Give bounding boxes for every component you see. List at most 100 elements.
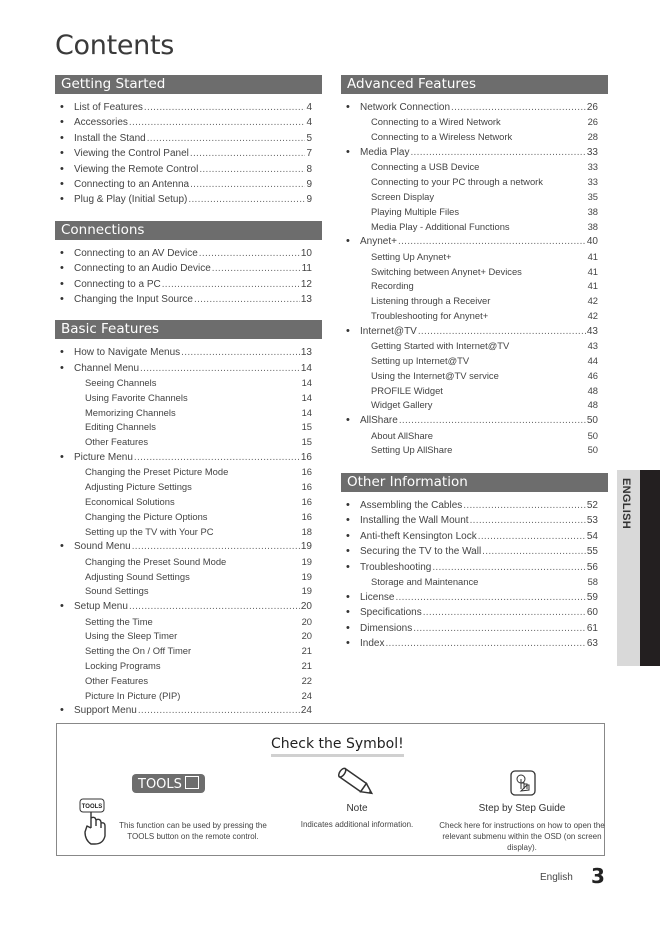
- entry-label: Other Features: [85, 674, 149, 686]
- toc-entry[interactable]: License 59: [341, 590, 608, 606]
- toc-subentry[interactable]: Setting the Time 20: [55, 615, 322, 630]
- toc-subentry[interactable]: PROFILE Widget 48: [341, 384, 608, 399]
- toc-subentry[interactable]: Editing Channels 15: [55, 420, 322, 435]
- toc-entry[interactable]: Viewing the Remote Control 8: [55, 162, 322, 178]
- toc-entry[interactable]: Connecting to an AV Device 10: [55, 246, 322, 262]
- toc-entry[interactable]: Installing the Wall Mount 53: [341, 513, 608, 529]
- toc-subentry[interactable]: Setting Up AllShare 50: [341, 443, 608, 458]
- toc-entry[interactable]: Plug & Play (Initial Setup) 9: [55, 192, 322, 208]
- toc-subentry[interactable]: Setting the On / Off Timer 21: [55, 644, 322, 659]
- toc-entry[interactable]: Network Connection 26: [341, 100, 608, 116]
- toc-subentry[interactable]: Setting up the TV with Your PC 18: [55, 525, 322, 540]
- toc-subentry[interactable]: Connecting to your PC through a network 3…: [341, 175, 608, 190]
- entry-label: Connecting to an Antenna: [74, 178, 190, 190]
- toc-subentry[interactable]: Adjusting Sound Settings 19: [55, 570, 322, 585]
- toc-entry[interactable]: Dimensions 61: [341, 621, 608, 637]
- dot-leader: [482, 544, 586, 559]
- dot-leader: [129, 115, 306, 130]
- toc-subentry[interactable]: Connecting a USB Device 33: [341, 160, 608, 175]
- entry-label: Picture In Picture (PIP): [85, 689, 181, 701]
- entry-page-number: 19: [300, 541, 312, 553]
- dot-leader: [418, 324, 586, 339]
- toc-entry[interactable]: Setup Menu 20: [55, 599, 322, 615]
- entry-label: Widget Gallery: [371, 399, 433, 411]
- toc-subentry[interactable]: Recording 41: [341, 279, 608, 294]
- toc-entry[interactable]: Channel Menu 14: [55, 361, 322, 377]
- toc-entry[interactable]: Support Menu 24: [55, 703, 322, 719]
- entry-page-number: 16: [300, 452, 312, 464]
- entry-label: Adjusting Sound Settings: [85, 570, 190, 582]
- toc-subentry[interactable]: Memorizing Channels 14: [55, 406, 322, 421]
- toc-subentry[interactable]: Getting Started with Internet@TV 43: [341, 339, 608, 354]
- entry-label: Troubleshooting for Anynet+: [371, 309, 489, 321]
- toc-subentry[interactable]: Media Play - Additional Functions 38: [341, 220, 608, 235]
- entry-label: License: [360, 591, 395, 603]
- toc-subentry[interactable]: Adjusting Picture Settings 16: [55, 480, 322, 495]
- entry-page-number: 16: [301, 466, 312, 478]
- toc-entry[interactable]: Media Play 33: [341, 145, 608, 161]
- toc-entry[interactable]: Troubleshooting 56: [341, 560, 608, 576]
- entry-page-number: 38: [587, 205, 598, 217]
- toc-subentry[interactable]: Seeing Channels 14: [55, 376, 322, 391]
- entry-label: How to Navigate Menus: [74, 347, 181, 359]
- toc-subentry[interactable]: Locking Programs 21: [55, 659, 322, 674]
- toc-subentry[interactable]: Setting Up Anynet+ 41: [341, 250, 608, 265]
- toc-subentry[interactable]: Setting up Internet@TV 44: [341, 354, 608, 369]
- toc-subentry[interactable]: Using Favorite Channels 14: [55, 391, 322, 406]
- toc-entry[interactable]: Viewing the Control Panel 7: [55, 146, 322, 162]
- toc-subentry[interactable]: Changing the Preset Sound Mode 19: [55, 555, 322, 570]
- toc-subentry[interactable]: Storage and Maintenance 58: [341, 575, 608, 590]
- toc-entry[interactable]: Anti-theft Kensington Lock 54: [341, 529, 608, 545]
- toc-subentry[interactable]: Using the Internet@TV service 46: [341, 369, 608, 384]
- entry-label: Internet@TV: [360, 325, 417, 337]
- toc-subentry[interactable]: Economical Solutions 16: [55, 495, 322, 510]
- entry-page-number: 50: [586, 415, 598, 427]
- toc-entry[interactable]: Changing the Input Source 13: [55, 292, 322, 308]
- toc-entry[interactable]: Connecting to a PC 12: [55, 277, 322, 293]
- toc-subentry[interactable]: Playing Multiple Files 38: [341, 205, 608, 220]
- toc-subentry[interactable]: Switching between Anynet+ Devices 41: [341, 265, 608, 280]
- entry-page-number: 40: [586, 236, 598, 248]
- toc-subentry[interactable]: Picture In Picture (PIP) 24: [55, 689, 322, 704]
- toc-subentry[interactable]: Sound Settings 19: [55, 584, 322, 599]
- toc-subentry[interactable]: Screen Display 35: [341, 190, 608, 205]
- toc-entry[interactable]: Securing the TV to the Wall 55: [341, 544, 608, 560]
- guide-description: Check here for instructions on how to op…: [439, 821, 605, 852]
- toc-entry[interactable]: AllShare 50: [341, 413, 608, 429]
- toc-entry[interactable]: Assembling the Cables 52: [341, 498, 608, 514]
- toc-subentry[interactable]: Changing the Preset Picture Mode 16: [55, 465, 322, 480]
- entry-page-number: 33: [587, 161, 598, 173]
- toc-entry[interactable]: Sound Menu 19: [55, 539, 322, 555]
- toc-subentry[interactable]: Changing the Picture Options 16: [55, 510, 322, 525]
- language-tab[interactable]: ENGLISH: [617, 470, 660, 666]
- toc-subentry[interactable]: Widget Gallery 48: [341, 398, 608, 413]
- toc-subentry[interactable]: Listening through a Receiver 42: [341, 294, 608, 309]
- toc-entry[interactable]: How to Navigate Menus 13: [55, 345, 322, 361]
- toc-subentry[interactable]: Other Features 15: [55, 435, 322, 450]
- toc-entry[interactable]: Internet@TV 43: [341, 324, 608, 340]
- toc-subentry[interactable]: Connecting to a Wired Network 26: [341, 115, 608, 130]
- entry-label: Adjusting Picture Settings: [85, 481, 192, 493]
- toc-entry[interactable]: Accessories 4: [55, 115, 322, 131]
- toc-entry[interactable]: Connecting to an Antenna 9: [55, 177, 322, 193]
- toc-subentry[interactable]: Using the Sleep Timer 20: [55, 629, 322, 644]
- toc-entry[interactable]: List of Features 4: [55, 100, 322, 116]
- entry-label: Viewing the Remote Control: [74, 163, 199, 175]
- language-tab-dark: [640, 470, 660, 666]
- entry-page-number: 4: [306, 102, 312, 113]
- toc-subentry[interactable]: Troubleshooting for Anynet+ 42: [341, 309, 608, 324]
- entry-page-number: 50: [587, 429, 598, 441]
- toc-entry[interactable]: Anynet+ 40: [341, 234, 608, 250]
- entry-page-number: 26: [586, 102, 598, 113]
- toc-entry[interactable]: Connecting to an Audio Device 11: [55, 261, 322, 277]
- toc-entry[interactable]: Specifications 60: [341, 605, 608, 621]
- entry-page-number: 13: [300, 347, 312, 359]
- toc-entry[interactable]: Index 63: [341, 636, 608, 652]
- toc-subentry[interactable]: Other Features 22: [55, 674, 322, 689]
- footer-language: English: [540, 872, 573, 883]
- toc-entry[interactable]: Install the Stand 5: [55, 131, 322, 147]
- toc-entry[interactable]: Picture Menu 16: [55, 450, 322, 466]
- toc-subentry[interactable]: About AllShare 50: [341, 429, 608, 444]
- toc-subentry[interactable]: Connecting to a Wireless Network 28: [341, 130, 608, 145]
